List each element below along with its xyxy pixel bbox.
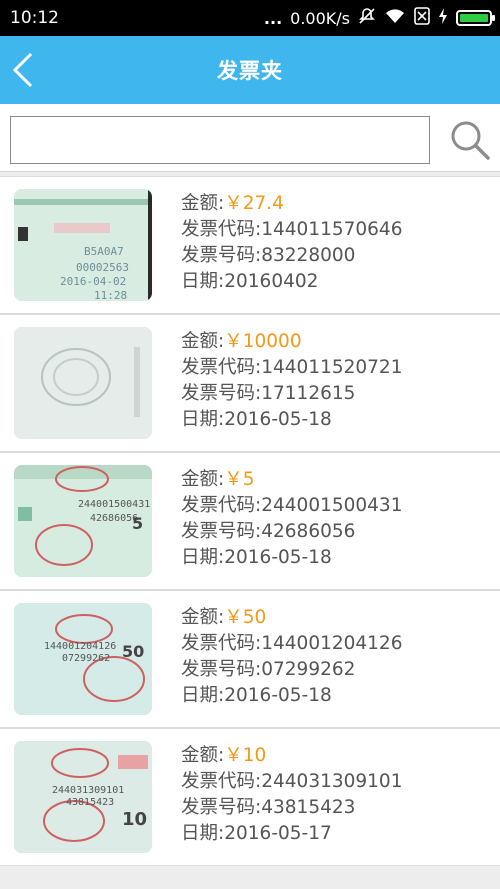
invoice-thumbnail: B5A0A7 00002563 2016-04-02 11:28 — [14, 189, 152, 301]
number-row: 发票号码:17112615 — [181, 383, 356, 404]
invoice-item[interactable]: 金额:￥10000 发票代码:144011520721 发票号码:1711261… — [0, 314, 500, 452]
svg-text:B5A0A7: B5A0A7 — [84, 245, 124, 258]
code-row: 发票代码:144011570646 — [181, 219, 403, 240]
invoice-amount: ￥10 — [224, 745, 267, 766]
status-time: 10:12 — [10, 8, 59, 28]
status-icons: ... 0.00K/s — [263, 7, 495, 29]
search-icon — [451, 121, 490, 160]
svg-text:07299262: 07299262 — [62, 653, 110, 664]
invoice-amount: ￥50 — [224, 607, 267, 628]
code-row: 发票代码:244001500431 — [181, 495, 403, 516]
invoice-thumbnail: 144001204126 07299262 50 — [14, 603, 152, 715]
amount-row: 金额:￥50 — [181, 607, 267, 628]
invoice-number: 83228000 — [261, 245, 356, 266]
invoice-amount: ￥27.4 — [224, 193, 284, 214]
mute-icon — [358, 7, 376, 29]
code-row: 发票代码:244031309101 — [181, 771, 403, 792]
svg-text:43815423: 43815423 — [66, 797, 114, 808]
amount-row: 金额:￥5 — [181, 469, 255, 490]
invoice-thumbnail: 244001500431 42686056 5 — [14, 465, 152, 577]
invoice-amount: ￥10000 — [224, 331, 302, 352]
svg-text:50: 50 — [122, 642, 144, 661]
invoice-code: 144011570646 — [261, 219, 403, 240]
invoice-number: 17112615 — [261, 383, 356, 404]
status-bar: 10:12 ... 0.00K/s — [0, 0, 500, 36]
chevron-left-icon — [12, 52, 33, 88]
invoice-code: 144001204126 — [261, 633, 403, 654]
invoice-item[interactable]: B5A0A7 00002563 2016-04-02 11:28 金额:￥27.… — [0, 176, 500, 314]
network-speed: 0.00K/s — [290, 8, 350, 28]
svg-text:10: 10 — [122, 809, 147, 830]
invoice-date: 20160402 — [224, 271, 319, 292]
amount-row: 金额:￥10000 — [181, 331, 302, 352]
search-bar — [0, 104, 500, 172]
number-row: 发票号码:07299262 — [181, 659, 356, 680]
svg-text:5: 5 — [132, 514, 143, 533]
wifi-icon — [384, 7, 406, 29]
invoice-item[interactable]: 244031309101 43815423 10 金额:￥10 发票代码:244… — [0, 728, 500, 866]
svg-text:00002563: 00002563 — [76, 261, 129, 274]
search-button[interactable] — [446, 116, 494, 164]
svg-text:244031309101: 244031309101 — [52, 785, 124, 796]
svg-text:144001204126: 144001204126 — [44, 641, 116, 652]
invoice-amount: ￥5 — [224, 469, 255, 490]
number-row: 发票号码:83228000 — [181, 245, 356, 266]
invoice-date: 2016-05-18 — [224, 685, 332, 706]
invoice-item[interactable]: 144001204126 07299262 50 金额:￥50 发票代码:144… — [0, 590, 500, 728]
amount-row: 金额:￥10 — [181, 745, 267, 766]
no-sim-icon — [414, 7, 430, 29]
invoice-code: 144011520721 — [261, 357, 403, 378]
search-input[interactable] — [10, 116, 430, 164]
invoice-item[interactable]: 244001500431 42686056 5 金额:￥5 发票代码:24400… — [0, 452, 500, 590]
svg-text:42686056: 42686056 — [90, 513, 138, 524]
battery-icon — [456, 10, 495, 26]
number-row: 发票号码:43815423 — [181, 797, 356, 818]
date-row: 日期:2016-05-18 — [181, 547, 332, 568]
svg-text:11:28: 11:28 — [94, 289, 127, 301]
back-button[interactable] — [8, 50, 38, 90]
invoice-code: 244001500431 — [261, 495, 403, 516]
code-row: 发票代码:144001204126 — [181, 633, 403, 654]
invoice-code: 244031309101 — [261, 771, 403, 792]
number-row: 发票号码:42686056 — [181, 521, 356, 542]
invoice-date: 2016-05-18 — [224, 547, 332, 568]
invoice-date: 2016-05-18 — [224, 409, 332, 430]
invoice-number: 43815423 — [261, 797, 356, 818]
svg-text:244001500431: 244001500431 — [78, 499, 150, 510]
status-dots: ... — [263, 8, 283, 28]
invoice-thumbnail: 244031309101 43815423 10 — [14, 741, 152, 853]
date-row: 日期:2016-05-18 — [181, 409, 332, 430]
invoice-number: 42686056 — [261, 521, 356, 542]
date-row: 日期:2016-05-18 — [181, 685, 332, 706]
invoice-number: 07299262 — [261, 659, 356, 680]
page-title: 发票夹 — [217, 59, 283, 83]
svg-text:2016-04-02: 2016-04-02 — [60, 275, 126, 288]
charging-icon — [438, 7, 448, 29]
date-row: 日期:2016-05-17 — [181, 823, 332, 844]
invoice-thumbnail — [14, 327, 152, 439]
invoice-list: B5A0A7 00002563 2016-04-02 11:28 金额:￥27.… — [0, 176, 500, 866]
date-row: 日期:20160402 — [181, 271, 319, 292]
code-row: 发票代码:144011520721 — [181, 357, 403, 378]
amount-row: 金额:￥27.4 — [181, 193, 284, 214]
nav-bar: 发票夹 — [0, 36, 500, 104]
invoice-date: 2016-05-17 — [224, 823, 332, 844]
